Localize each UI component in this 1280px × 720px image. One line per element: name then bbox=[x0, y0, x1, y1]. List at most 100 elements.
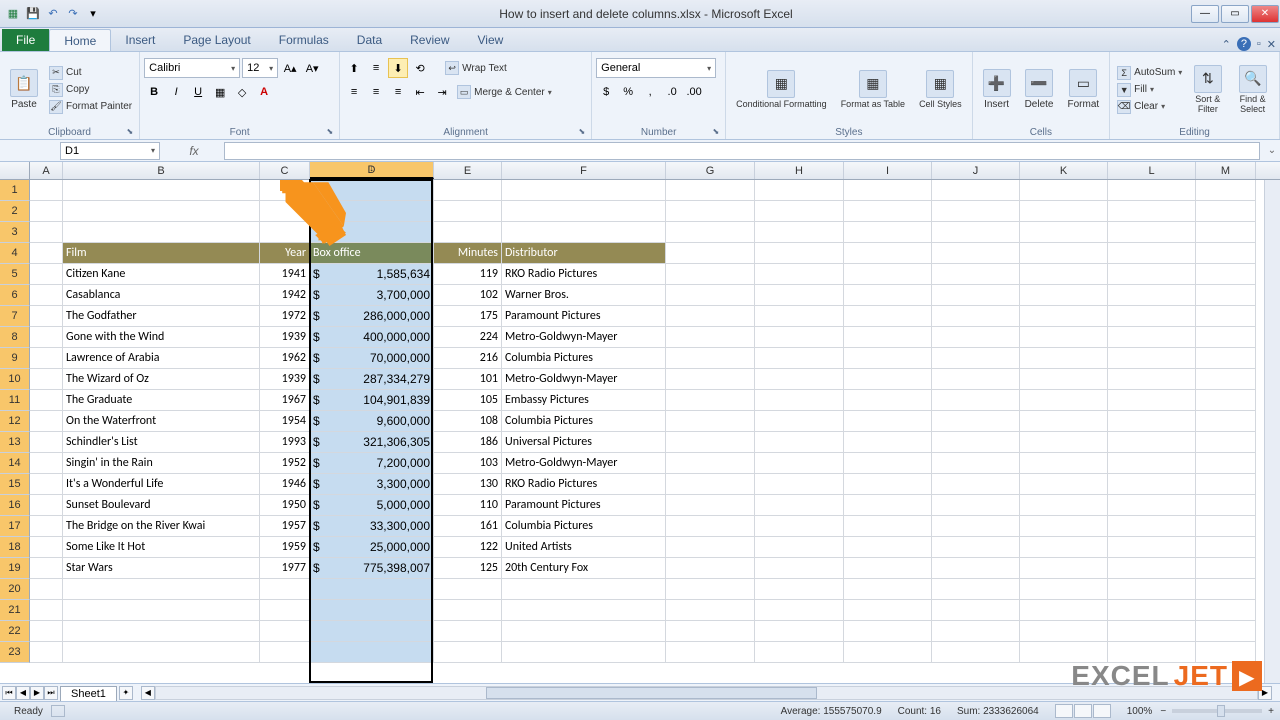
cell[interactable] bbox=[310, 579, 434, 600]
row-header[interactable]: 4 bbox=[0, 243, 30, 264]
font-name-select[interactable]: Calibri▾ bbox=[144, 58, 240, 78]
row-header[interactable]: 21 bbox=[0, 600, 30, 621]
cell[interactable] bbox=[844, 579, 932, 600]
cell[interactable] bbox=[1196, 579, 1256, 600]
cell[interactable] bbox=[844, 201, 932, 222]
cell[interactable] bbox=[63, 180, 260, 201]
cell[interactable]: RKO Radio Pictures bbox=[502, 474, 666, 495]
cell[interactable]: The Wizard of Oz bbox=[63, 369, 260, 390]
fx-icon[interactable]: fx bbox=[164, 144, 224, 158]
cell[interactable] bbox=[1108, 537, 1196, 558]
cells-area[interactable]: FilmYearBox officeMinutesDistributorCiti… bbox=[30, 180, 1280, 663]
align-center-icon[interactable]: ≡ bbox=[366, 82, 386, 102]
cell[interactable] bbox=[1020, 264, 1108, 285]
cell[interactable] bbox=[30, 642, 63, 663]
cell[interactable] bbox=[1196, 600, 1256, 621]
number-format-select[interactable]: General▾ bbox=[596, 58, 716, 78]
cell[interactable]: 110 bbox=[434, 495, 502, 516]
cell[interactable] bbox=[755, 642, 844, 663]
cell[interactable] bbox=[932, 264, 1020, 285]
cell[interactable] bbox=[666, 180, 755, 201]
fill-button[interactable]: ▼Fill▾ bbox=[1114, 82, 1185, 98]
cell[interactable] bbox=[30, 243, 63, 264]
cell[interactable]: 119 bbox=[434, 264, 502, 285]
cell[interactable] bbox=[30, 411, 63, 432]
cell[interactable]: Embassy Pictures bbox=[502, 390, 666, 411]
cell[interactable]: Metro-Goldwyn-Mayer bbox=[502, 327, 666, 348]
cell[interactable] bbox=[1108, 558, 1196, 579]
hscroll-thumb[interactable] bbox=[486, 687, 816, 699]
cell[interactable] bbox=[755, 432, 844, 453]
cell[interactable] bbox=[1020, 537, 1108, 558]
col-header-K[interactable]: K bbox=[1020, 162, 1108, 179]
cell[interactable] bbox=[434, 222, 502, 243]
cell[interactable] bbox=[932, 390, 1020, 411]
cell[interactable]: 102 bbox=[434, 285, 502, 306]
row-header[interactable]: 14 bbox=[0, 453, 30, 474]
cell[interactable] bbox=[30, 579, 63, 600]
tab-page-layout[interactable]: Page Layout bbox=[169, 29, 264, 51]
row-header[interactable]: 13 bbox=[0, 432, 30, 453]
cell[interactable] bbox=[844, 642, 932, 663]
cell[interactable] bbox=[932, 411, 1020, 432]
cell[interactable] bbox=[434, 600, 502, 621]
cell[interactable] bbox=[30, 180, 63, 201]
formula-bar[interactable] bbox=[224, 142, 1260, 160]
row-header[interactable]: 11 bbox=[0, 390, 30, 411]
cell[interactable]: The Bridge on the River Kwai bbox=[63, 516, 260, 537]
cell[interactable] bbox=[844, 621, 932, 642]
cell[interactable]: United Artists bbox=[502, 537, 666, 558]
cell[interactable]: Citizen Kane bbox=[63, 264, 260, 285]
cell[interactable] bbox=[1108, 579, 1196, 600]
cell[interactable] bbox=[666, 474, 755, 495]
sheet-nav-prev[interactable]: ◀ bbox=[16, 686, 30, 700]
cell[interactable] bbox=[666, 537, 755, 558]
cell[interactable]: $70,000,000 bbox=[310, 348, 434, 369]
clear-button[interactable]: ⌫Clear▾ bbox=[1114, 99, 1185, 115]
hscroll-left[interactable]: ◀ bbox=[141, 686, 155, 700]
vertical-scrollbar[interactable] bbox=[1264, 180, 1280, 683]
sheet-tab-sheet1[interactable]: Sheet1 bbox=[60, 686, 117, 701]
tab-home[interactable]: Home bbox=[49, 29, 111, 51]
cell[interactable]: On the Waterfront bbox=[63, 411, 260, 432]
orientation-icon[interactable]: ⟲ bbox=[410, 58, 430, 78]
number-label[interactable]: Number bbox=[596, 125, 721, 139]
cell[interactable]: The Godfather bbox=[63, 306, 260, 327]
row-header[interactable]: 16 bbox=[0, 495, 30, 516]
cell[interactable] bbox=[63, 222, 260, 243]
cell[interactable] bbox=[63, 642, 260, 663]
cell[interactable]: 105 bbox=[434, 390, 502, 411]
cell[interactable] bbox=[755, 201, 844, 222]
cell[interactable] bbox=[666, 390, 755, 411]
col-header-D[interactable]: D↓ bbox=[310, 162, 434, 179]
cell[interactable] bbox=[1020, 285, 1108, 306]
cell[interactable] bbox=[755, 600, 844, 621]
cell[interactable] bbox=[932, 222, 1020, 243]
cell[interactable]: $33,300,000 bbox=[310, 516, 434, 537]
cell[interactable] bbox=[30, 264, 63, 285]
cell[interactable]: 122 bbox=[434, 537, 502, 558]
qat-customize-icon[interactable]: ▾ bbox=[84, 5, 102, 23]
cell[interactable]: $400,000,000 bbox=[310, 327, 434, 348]
cell[interactable] bbox=[1108, 201, 1196, 222]
zoom-slider[interactable] bbox=[1172, 709, 1262, 713]
cell[interactable] bbox=[310, 642, 434, 663]
new-sheet-button[interactable]: ✦ bbox=[119, 686, 133, 700]
cell[interactable] bbox=[666, 621, 755, 642]
cell[interactable] bbox=[1108, 285, 1196, 306]
cell[interactable] bbox=[844, 516, 932, 537]
view-normal-button[interactable] bbox=[1055, 704, 1073, 718]
undo-icon[interactable]: ↶ bbox=[44, 5, 62, 23]
cell[interactable] bbox=[666, 264, 755, 285]
select-all-corner[interactable] bbox=[0, 162, 30, 179]
cell[interactable]: 103 bbox=[434, 453, 502, 474]
cell[interactable]: 1941 bbox=[260, 264, 310, 285]
cell[interactable] bbox=[1196, 453, 1256, 474]
row-header[interactable]: 23 bbox=[0, 642, 30, 663]
cell[interactable] bbox=[844, 474, 932, 495]
cell[interactable] bbox=[844, 453, 932, 474]
cell[interactable]: 1952 bbox=[260, 453, 310, 474]
cell[interactable] bbox=[755, 348, 844, 369]
cell[interactable] bbox=[1108, 180, 1196, 201]
cell[interactable] bbox=[1020, 432, 1108, 453]
